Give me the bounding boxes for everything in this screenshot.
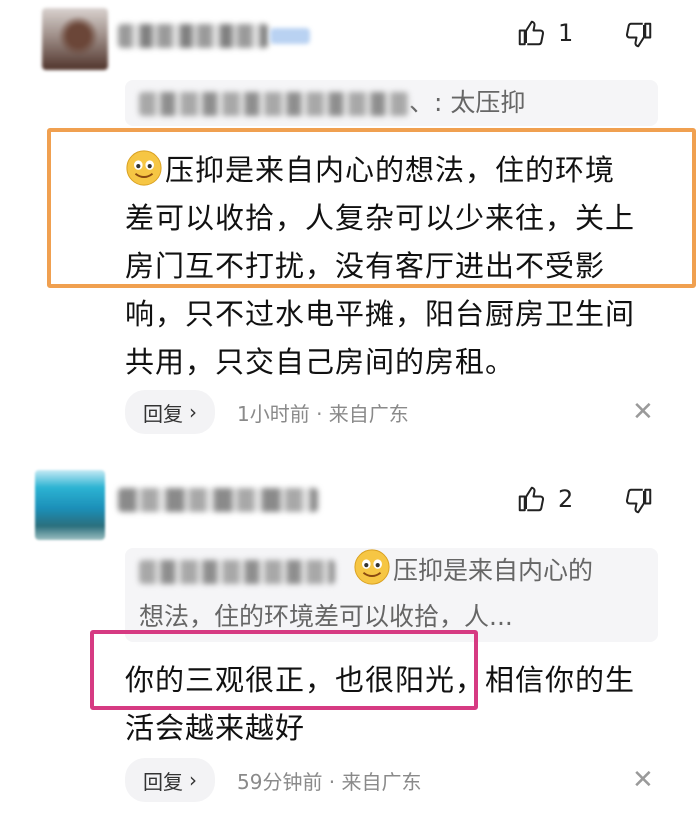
chevron-right-icon: › — [189, 768, 197, 792]
username-blurred[interactable] — [118, 24, 268, 48]
highlight-box-pink — [90, 630, 478, 710]
avatar[interactable] — [35, 470, 105, 540]
dislike-button[interactable] — [624, 486, 654, 520]
timestamp-location: 1小时前 · 来自广东 — [237, 401, 409, 426]
chevron-right-icon: › — [189, 400, 197, 424]
comment-line: 响，只不过水电平摊，阳台厨房卫生间 — [125, 297, 636, 331]
like-button[interactable]: 1 — [516, 18, 573, 48]
quoted-comment[interactable]: 压抑是来自内心的 想法，住的环境差可以收拾，人... — [125, 548, 658, 642]
comment-meta: 回复 › 1小时前 · 来自广东 — [125, 390, 409, 434]
comment-meta: 回复 › 59分钟前 · 来自广东 — [125, 758, 422, 802]
close-icon[interactable]: ✕ — [632, 765, 654, 795]
highlight-box-orange — [47, 128, 696, 288]
quoted-comment[interactable]: 、: 太压抑 — [125, 80, 658, 126]
quoted-text: 太压抑 — [450, 88, 526, 117]
close-icon[interactable]: ✕ — [632, 397, 654, 427]
dislike-button[interactable] — [624, 20, 654, 54]
reply-button[interactable]: 回复 › — [125, 758, 215, 802]
timestamp-location: 59分钟前 · 来自广东 — [237, 769, 422, 794]
like-button[interactable]: 2 — [516, 484, 573, 514]
thumbs-down-icon — [625, 22, 652, 48]
quoted-username-blurred — [139, 560, 335, 584]
comment-line: 活会越来越好 — [125, 711, 306, 745]
quote-separator: 、: — [409, 88, 443, 117]
quoted-username-blurred — [139, 92, 409, 116]
user-badge — [270, 28, 310, 44]
thumbs-up-icon — [518, 486, 545, 512]
thumbs-down-icon — [625, 488, 652, 514]
reply-label: 回复 — [143, 769, 183, 794]
like-count: 1 — [558, 19, 574, 47]
thumbs-up-icon — [518, 20, 545, 46]
username-blurred[interactable] — [118, 488, 318, 512]
avatar[interactable] — [42, 8, 108, 70]
comment-line: 共用，只交自己房间的房租。 — [125, 345, 516, 379]
reply-label: 回复 — [143, 401, 183, 426]
reply-button[interactable]: 回复 › — [125, 390, 215, 434]
quoted-text: 压抑是来自内心的 — [393, 556, 594, 585]
smiley-emoji-icon — [354, 549, 390, 585]
like-count: 2 — [558, 485, 574, 513]
